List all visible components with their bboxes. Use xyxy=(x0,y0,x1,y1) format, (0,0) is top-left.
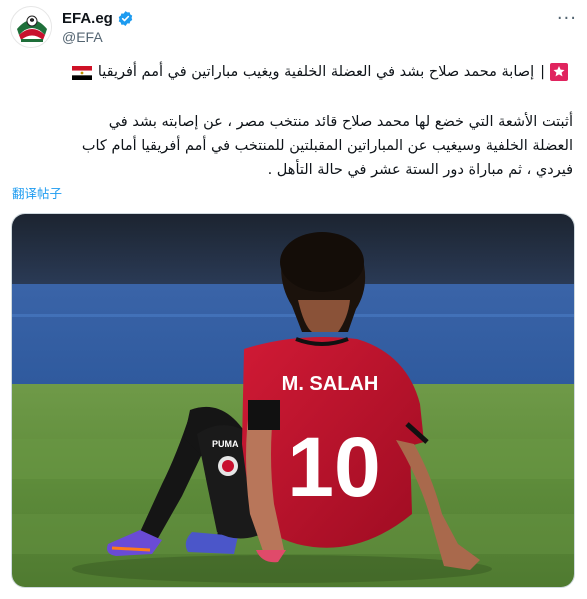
author-names: EFA.eg @EFA xyxy=(62,8,134,45)
tweet-headline: | إصابة محمد صلاح بشد في العضلة الخلفية … xyxy=(14,60,573,84)
jersey-name-text: M. SALAH xyxy=(282,373,379,395)
jersey-number-text: 10 xyxy=(287,420,380,514)
translate-post-link[interactable]: 翻译帖子 xyxy=(12,183,62,202)
efa-logo-icon[interactable] xyxy=(10,6,52,48)
verified-badge-icon xyxy=(117,10,134,27)
kit-brand-text: PUMA xyxy=(212,439,239,449)
body-line: أثبتت الأشعة التي خضع لها محمد صلاح قائد… xyxy=(108,114,573,130)
body-line: فيردي ، ثم مباراة دور الستة عشر في حالة … xyxy=(267,162,573,178)
body-line: العضلة الخلفية وسيغيب عن المباراتين المق… xyxy=(81,138,573,154)
red-square-badge-icon xyxy=(549,63,569,81)
headline-separator: | xyxy=(540,64,545,80)
tweet-header: EFA.eg @EFA ··· xyxy=(10,6,577,50)
tweet-body: أثبتت الأشعة التي خضع لها محمد صلاح قائد… xyxy=(14,110,573,182)
egypt-flag-icon xyxy=(71,65,92,80)
headline-text: إصابة محمد صلاح بشد في العضلة الخلفية وي… xyxy=(97,64,535,80)
author-display-name[interactable]: EFA.eg xyxy=(62,10,113,27)
more-options-button[interactable]: ··· xyxy=(557,8,577,29)
author-handle[interactable]: @EFA xyxy=(62,29,134,45)
tweet-media-image[interactable]: M. SALAH 10 PUMA xyxy=(11,213,575,588)
